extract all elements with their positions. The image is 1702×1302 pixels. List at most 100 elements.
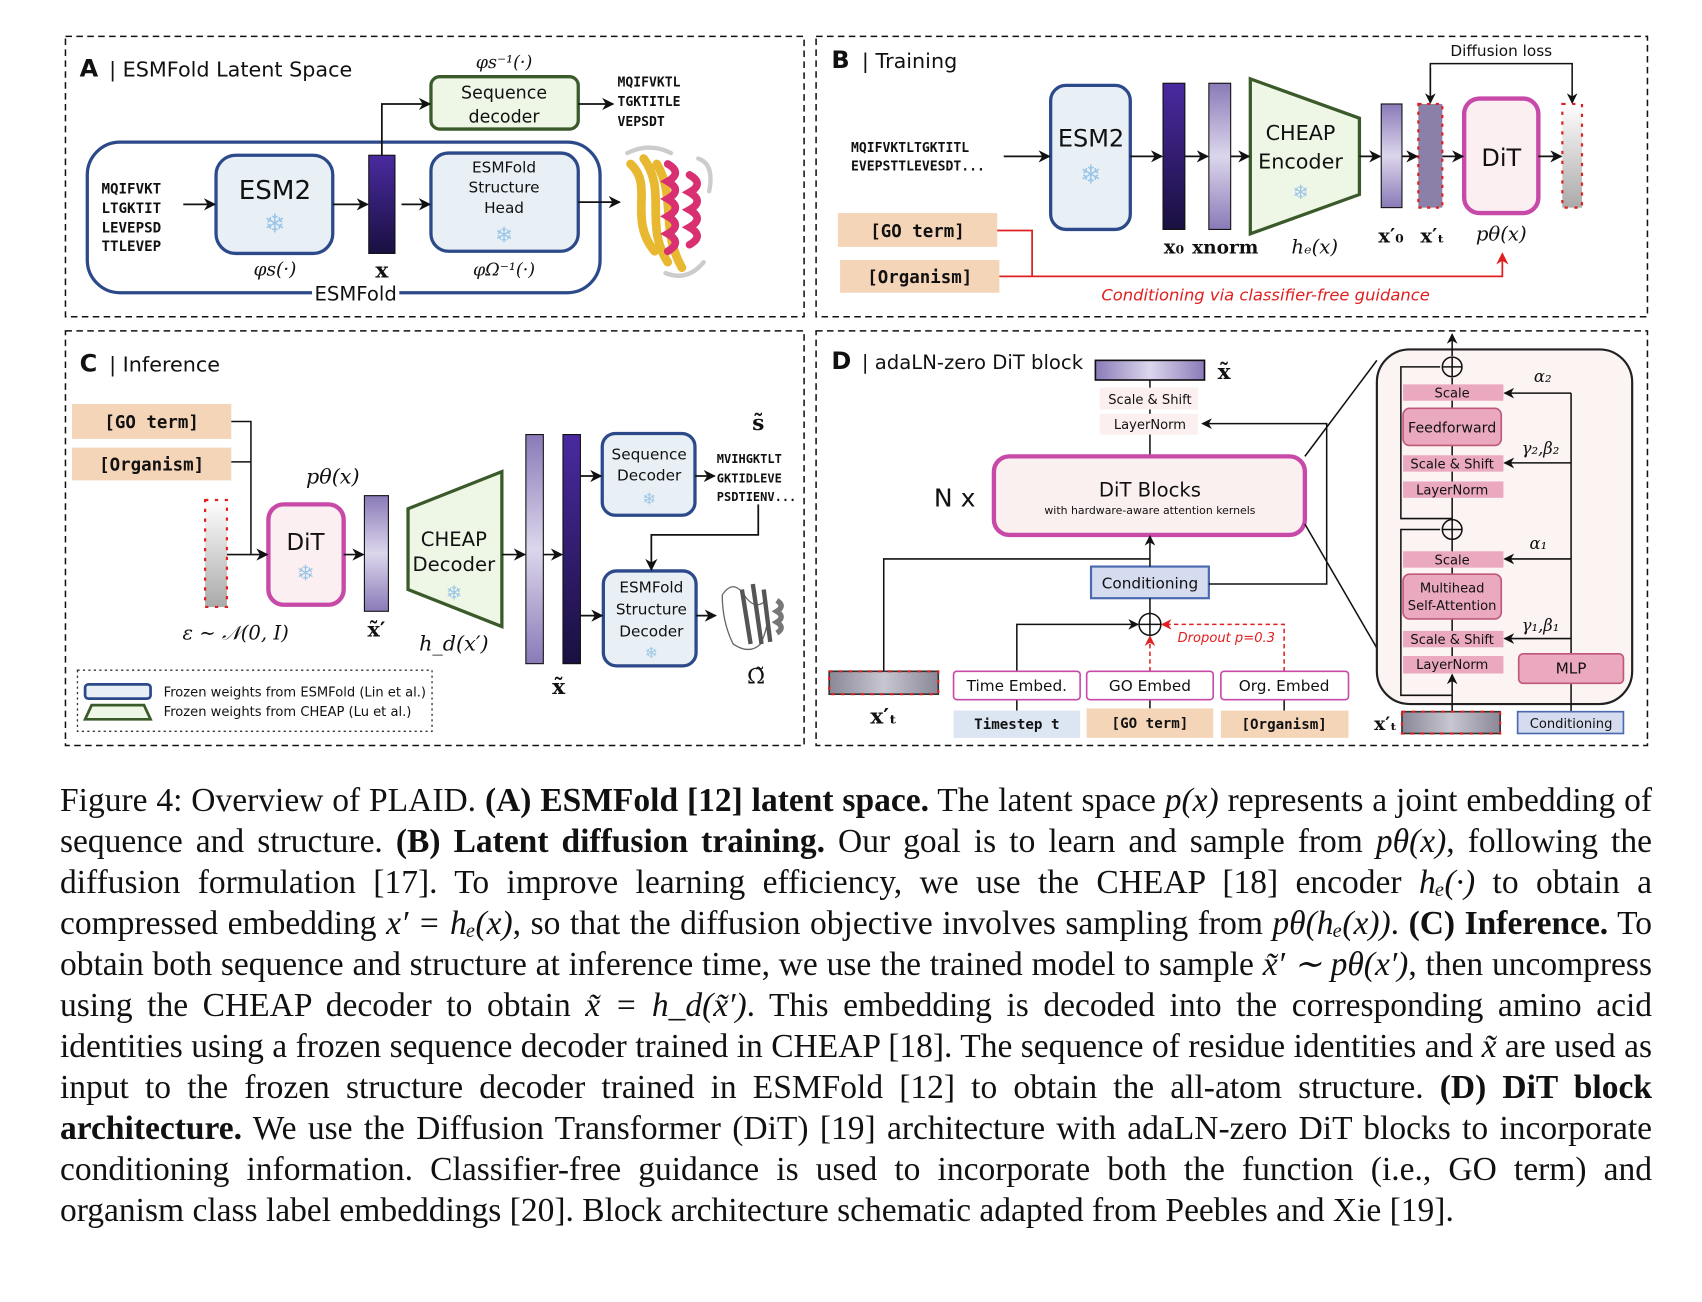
svg-text:Structure: Structure — [616, 601, 687, 619]
panel-c: C | Inference [GO term] [Organism] ε ∼ 𝒩… — [72, 349, 796, 732]
svg-text:GO Embed: GO Embed — [1109, 677, 1191, 695]
svg-text:Ω̃: Ω̃ — [747, 664, 765, 689]
x-tilde-bar-light — [525, 434, 544, 665]
predicted-output-bar — [1561, 102, 1584, 209]
svg-text:LayerNorm: LayerNorm — [1416, 658, 1488, 673]
caption-segment: The latent space — [928, 782, 1165, 819]
esm2-box — [1049, 83, 1132, 232]
panel-b: B | Training MQIFVKTLTGKTITL EVEPSTTLEVE… — [831, 42, 1584, 304]
svg-text:ESMFold: ESMFold — [472, 159, 536, 177]
svg-text:ESMFold: ESMFold — [619, 579, 683, 597]
x-tilde-prime-bar — [363, 495, 389, 612]
caption-segment: x′ = hₑ(x) — [386, 905, 513, 942]
svg-text:with hardware-aware attention: with hardware-aware attention kernels — [1044, 504, 1255, 517]
svg-text:[Organism]: [Organism] — [99, 456, 204, 476]
svg-text:γ₁,β₁: γ₁,β₁ — [1522, 616, 1560, 635]
panel-title: | Training — [862, 49, 957, 74]
svg-text:Encoder: Encoder — [1258, 149, 1343, 173]
svg-text:Decoder: Decoder — [413, 553, 497, 576]
caption-segment: hₑ(·) — [1418, 864, 1476, 901]
svg-text:Structure: Structure — [469, 178, 540, 196]
svg-text:Feedforward: Feedforward — [1408, 420, 1496, 436]
svg-text:x′ₜ: x′ₜ — [1420, 225, 1444, 248]
snowflake-icon: ❄ — [1080, 161, 1102, 191]
svg-text:TTLEVEP: TTLEVEP — [101, 239, 161, 255]
input-sequence: MQIFVKT LTGKTIT LEVEPSD TTLEVEP — [101, 181, 161, 255]
svg-text:MLP: MLP — [1556, 659, 1587, 677]
svg-text:Head: Head — [484, 199, 524, 217]
caption-segment: x̃′ ∼ pθ(x′) — [1262, 946, 1409, 983]
panel-letter: B — [831, 46, 849, 74]
output-sequence: MVIHGKTLT GKTIDLEVE PSDTIENV... — [717, 452, 796, 504]
cfg-label: Conditioning via classifier-free guidanc… — [1101, 285, 1430, 304]
caption-segment: x̃ = h_d(x̃′) — [585, 987, 747, 1024]
caption-segment: (B) Latent diffusion training. — [395, 823, 825, 860]
n-times-label: N x — [934, 484, 976, 513]
svg-text:DiT Blocks: DiT Blocks — [1099, 479, 1201, 502]
caption-segment: Figure 4: Overview of PLAID. — [60, 782, 485, 819]
svg-text:Self-Attention: Self-Attention — [1408, 599, 1497, 614]
svg-text:decoder: decoder — [469, 108, 541, 128]
legend-esmfold: Frozen weights from ESMFold (Lin et al.) — [164, 685, 426, 700]
legend — [76, 669, 433, 732]
caption-segment: , so that the diffusion objective involv… — [512, 905, 1273, 942]
panel-title: | Inference — [109, 352, 220, 377]
svg-text:[GO term]: [GO term] — [104, 413, 198, 433]
svg-text:x̃: x̃ — [552, 675, 566, 700]
svg-text:MQIFVKTL: MQIFVKTL — [618, 76, 681, 91]
snowflake-icon: ❄ — [296, 562, 314, 587]
svg-text:VEPSDT: VEPSDT — [618, 115, 665, 130]
svg-text:Timestep t: Timestep t — [974, 717, 1059, 733]
svg-text:Scale & Shift: Scale & Shift — [1410, 457, 1493, 472]
svg-text:Decoder: Decoder — [619, 622, 684, 640]
protein-structure-image — [625, 145, 713, 278]
caption-segment: p(x) — [1164, 782, 1219, 819]
snowflake-icon: ❄ — [1292, 181, 1308, 204]
svg-text:LayerNorm: LayerNorm — [1416, 484, 1488, 499]
svg-text:Org. Embed: Org. Embed — [1239, 677, 1330, 695]
x0-bar — [1162, 82, 1186, 230]
panel-d: D | adaLN-zero DiT block x̃ Scale & Shif… — [828, 333, 1634, 738]
snowflake-icon: ❄ — [446, 581, 462, 604]
svg-text:Scale: Scale — [1435, 553, 1470, 568]
svg-text:x̃: x̃ — [1218, 360, 1232, 385]
figure-diagram: A | ESMFold Latent Space ESMFold MQIFVKT… — [64, 35, 1649, 747]
phi-s-label: φs(·) — [254, 259, 297, 280]
panel-letter: A — [80, 55, 99, 83]
svg-text:x′ₜ: x′ₜ — [870, 705, 897, 730]
panel-title: | ESMFold Latent Space — [109, 58, 352, 83]
panel-title: | adaLN-zero DiT block — [862, 351, 1084, 374]
xt-prime-input-bar — [828, 670, 940, 696]
svg-text:Sequence: Sequence — [612, 446, 687, 464]
caption-segment: We use the Diffusion Transformer (DiT) [… — [60, 1110, 1652, 1229]
svg-text:CHEAP: CHEAP — [1266, 121, 1336, 145]
x-tilde-output-bar — [1094, 359, 1206, 381]
svg-text:MQIFVKT: MQIFVKT — [101, 181, 161, 197]
svg-text:Conditioning: Conditioning — [1530, 717, 1613, 732]
svg-text:pθ(x): pθ(x) — [306, 465, 360, 489]
svg-text:DiT: DiT — [286, 530, 325, 556]
svg-text:x′₀: x′₀ — [1378, 225, 1404, 248]
svg-text:[Organism]: [Organism] — [1241, 717, 1326, 733]
xt-prime-bar — [1417, 102, 1444, 209]
panel-letter: D — [831, 347, 851, 375]
svg-text:Time Embed.: Time Embed. — [966, 677, 1067, 695]
svg-text:Scale & Shift: Scale & Shift — [1410, 633, 1493, 648]
dit-block-detail — [1375, 348, 1634, 706]
svg-text:x₀: x₀ — [1164, 235, 1185, 258]
legend-cheap-swatch — [82, 703, 153, 721]
legend-esmfold-swatch — [83, 683, 152, 700]
svg-text:LTGKTIT: LTGKTIT — [101, 201, 161, 217]
noise-label: ε ∼ 𝒩(0, I) — [183, 622, 289, 645]
svg-text:hₑ(x): hₑ(x) — [1291, 235, 1338, 258]
svg-text:GKTIDLEVE: GKTIDLEVE — [717, 472, 782, 486]
panel-letter: C — [80, 349, 98, 377]
svg-text:x̃′: x̃′ — [367, 617, 385, 641]
panel-a: A | ESMFold Latent Space ESMFold MQIFVKT… — [80, 53, 713, 305]
dropout-label: Dropout p=0.3 — [1178, 631, 1275, 646]
svg-text:TGKTITLE: TGKTITLE — [618, 95, 681, 110]
legend-cheap: Frozen weights from CHEAP (Lu et al.) — [164, 705, 412, 720]
noise-bar — [204, 498, 229, 609]
snowflake-icon: ❄ — [495, 224, 513, 249]
svg-text:ESM2: ESM2 — [1058, 125, 1124, 153]
